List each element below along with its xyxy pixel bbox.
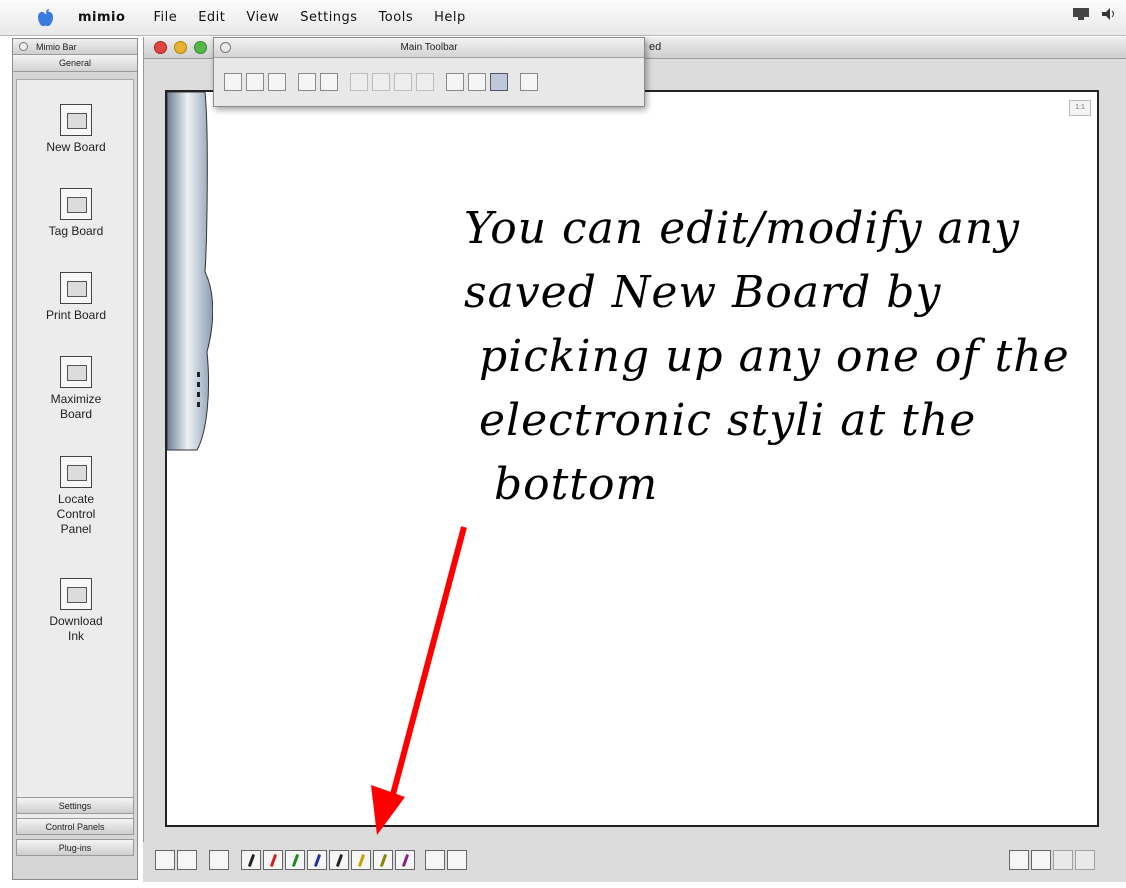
- zoom-in-icon[interactable]: [446, 73, 464, 91]
- tab-general[interactable]: General: [13, 55, 137, 72]
- pen-1-icon[interactable]: [241, 850, 261, 870]
- locate-control-panel-label: Locate Control Panel: [56, 492, 96, 536]
- print-preview-icon[interactable]: [320, 73, 338, 91]
- pen-2-mark: [269, 853, 278, 868]
- tab-plug-ins[interactable]: Plug-ins: [16, 839, 134, 856]
- save-board-icon[interactable]: [177, 850, 197, 870]
- menu-edit[interactable]: Edit: [198, 10, 225, 25]
- new-board-label: New Board: [46, 140, 106, 154]
- mimio-bar-title: Mimio Bar: [36, 41, 77, 52]
- copy-icon[interactable]: [372, 73, 390, 91]
- open-icon[interactable]: [246, 73, 264, 91]
- menu-view[interactable]: View: [246, 10, 279, 25]
- tab-control-panels[interactable]: Control Panels: [16, 818, 134, 835]
- menu-extras: [1072, 7, 1118, 21]
- previous-page-icon[interactable]: [1031, 850, 1051, 870]
- menu-app-name[interactable]: mimio: [78, 10, 125, 25]
- new-board-icon: [60, 104, 92, 136]
- paste-icon[interactable]: [394, 73, 412, 91]
- minimize-window-icon[interactable]: [174, 41, 187, 54]
- save-icon[interactable]: [268, 73, 286, 91]
- print-board-button[interactable]: Print Board: [17, 272, 135, 323]
- pen-7-mark: [379, 853, 388, 868]
- pen-4-mark: [313, 853, 322, 868]
- tag-board-button[interactable]: Tag Board: [17, 188, 135, 239]
- download-ink-label: Download Ink: [49, 614, 103, 643]
- menu-settings[interactable]: Settings: [300, 10, 357, 25]
- new-board-button[interactable]: New Board: [17, 104, 135, 155]
- apple-menu-icon[interactable]: [34, 7, 56, 29]
- bottom-toolbar: [143, 842, 1126, 882]
- stamp-icon[interactable]: [447, 850, 467, 870]
- mimio-bar-panel: Mimio Bar General New Board Tag Board Pr…: [12, 38, 138, 880]
- menu-help[interactable]: Help: [434, 10, 466, 25]
- locate-control-panel-button[interactable]: Locate Control Panel: [17, 456, 135, 537]
- eraser-icon[interactable]: [425, 850, 445, 870]
- pen-5-mark: [335, 853, 344, 868]
- print-board-icon: [60, 272, 92, 304]
- red-arrow-annotation: [371, 526, 467, 835]
- pen-7-icon[interactable]: [373, 850, 393, 870]
- mimio-capture-bar-image: [167, 92, 213, 451]
- pen-1-mark: [247, 853, 256, 868]
- main-toolbar-buttons: [224, 73, 538, 91]
- maximize-board-label: Maximize Board: [50, 392, 102, 421]
- pen-8-icon[interactable]: [395, 850, 415, 870]
- zoom-window-icon[interactable]: [194, 41, 207, 54]
- print-board-label: Print Board: [45, 308, 107, 322]
- download-ink-button[interactable]: Download Ink: [17, 578, 135, 644]
- close-window-icon[interactable]: [154, 41, 167, 54]
- pen-5-icon[interactable]: [329, 850, 349, 870]
- first-page-icon[interactable]: [1009, 850, 1029, 870]
- next-page-icon[interactable]: [1053, 850, 1073, 870]
- main-toolbar-titlebar[interactable]: Main Toolbar: [214, 38, 644, 58]
- locate-control-panel-icon: [60, 456, 92, 488]
- select-pointer-icon[interactable]: [209, 850, 229, 870]
- main-toolbar-collapse-icon[interactable]: [220, 42, 231, 53]
- zoom-out-icon[interactable]: [468, 73, 486, 91]
- pen-2-icon[interactable]: [263, 850, 283, 870]
- tag-board-label: Tag Board: [48, 224, 104, 238]
- zoom-fit-icon[interactable]: [490, 73, 508, 91]
- last-page-icon[interactable]: [1075, 850, 1095, 870]
- new-icon[interactable]: [224, 73, 242, 91]
- main-toolbar-title: Main Toolbar: [400, 42, 458, 53]
- pen-4-icon[interactable]: [307, 850, 327, 870]
- delete-icon[interactable]: [416, 73, 434, 91]
- volume-icon[interactable]: [1100, 7, 1118, 21]
- mimio-bar-tools: New Board Tag Board Print Board Maximize…: [16, 79, 134, 831]
- mimio-bar-collapse-icon[interactable]: [19, 42, 28, 51]
- tag-board-icon: [60, 188, 92, 220]
- maximize-board-button[interactable]: Maximize Board: [17, 356, 135, 422]
- window-title: ed: [649, 41, 662, 53]
- present-icon[interactable]: [520, 73, 538, 91]
- handwritten-note: You can edit/modify any saved New Board …: [464, 203, 1070, 510]
- cut-icon[interactable]: [350, 73, 368, 91]
- pen-8-mark: [401, 853, 410, 868]
- print-icon[interactable]: [298, 73, 316, 91]
- pen-3-icon[interactable]: [285, 850, 305, 870]
- maximize-board-icon: [60, 356, 92, 388]
- display-icon[interactable]: [1072, 7, 1090, 21]
- zoom-indicator-icon[interactable]: 1:1: [1069, 100, 1091, 116]
- mimio-bar-titlebar[interactable]: Mimio Bar: [13, 39, 137, 55]
- board-view-icon[interactable]: [155, 850, 175, 870]
- board-window: ed 1:1 You can edit/modify any saved New…: [143, 37, 1126, 882]
- pen-6-mark: [357, 853, 366, 868]
- download-ink-icon: [60, 578, 92, 610]
- menu-bar: mimio File Edit View Settings Tools Help: [0, 0, 1126, 36]
- menu-tools[interactable]: Tools: [379, 10, 414, 25]
- pen-6-icon[interactable]: [351, 850, 371, 870]
- menu-file[interactable]: File: [153, 10, 177, 25]
- tab-settings[interactable]: Settings: [16, 797, 134, 814]
- main-toolbar: Main Toolbar: [213, 37, 645, 107]
- pen-3-mark: [291, 853, 300, 868]
